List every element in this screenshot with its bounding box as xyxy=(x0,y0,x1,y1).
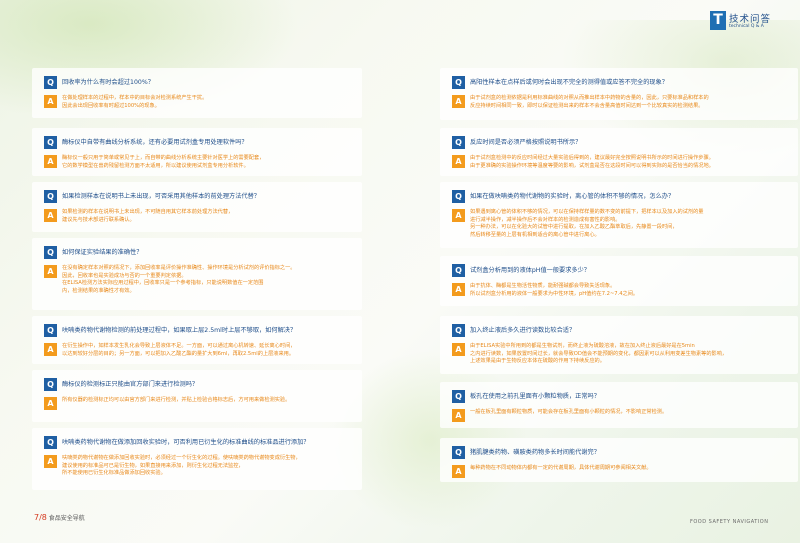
answer-line: 在没有确定样本对照的情况下，添加回收率是评价操作准确性、操作环境是分析试剂的评价… xyxy=(62,265,296,271)
question-text: 呋喃类药物代谢物检测的前处理过程中，如果取上层2.5ml时上层不够取，如何解决？ xyxy=(62,327,297,334)
answer-line: 另一种办法，可以在化验大的试管中进行提取，在加入乙酸乙酯萃取后，先静置一段时间， xyxy=(470,224,678,231)
answer-line: 由于抗体、酶都是生物活性物质，能耐强碱都会导致失活现象。 xyxy=(470,283,616,289)
answer-line: 由于试剂盒检测中的反应时间经过大量实验后得到的，建议最好完全按照说明书所示的时间… xyxy=(470,155,714,161)
answer-line: 所以试剂盒分析用的液体一般要求为中性环境，pH值约在7.2~7.4之间。 xyxy=(470,290,639,297)
question-icon: Q xyxy=(452,446,465,459)
answer-line: 所有仪器的检测标正均可以由官方部门来进行检测，并贴上检验合格标志后，方可用来做检… xyxy=(62,397,291,403)
qa-card xyxy=(440,256,798,306)
answer-line: 建议先与技术部进行联系确认。 xyxy=(62,216,135,223)
answer-icon: A xyxy=(452,465,465,478)
qa-card xyxy=(440,68,798,120)
section-title: 技术问答 xyxy=(729,14,772,25)
answer-line: 由于更准确的实验操作环境等温度等要的影响，试剂盒是否在这段时间可以得到实际的是否… xyxy=(470,162,714,169)
answer-line: 在衍生操作中，如样本发生乳化会导致上层液体不足。一方面，可以通过离心机转速、延长… xyxy=(62,343,296,349)
section-subtitle: technical Q & A xyxy=(729,24,764,29)
page-footer-right: FOOD SAFETY NAVIGATION xyxy=(690,519,769,525)
qa-card xyxy=(440,382,798,428)
question-text: 板孔在使用之前孔里面有小颗粒物质，正常吗？ xyxy=(470,393,600,400)
question-icon: Q xyxy=(44,324,57,337)
answer-line: 上述效果是由于生物反应本体在硫酸的作用下持续反应的。 xyxy=(470,358,605,365)
question-text: 如何保证实验结果的准确性？ xyxy=(62,249,143,256)
question-icon: Q xyxy=(452,76,465,89)
page-number: 7/8 xyxy=(34,513,47,522)
question-text: 回收率为什么有时会超过100%？ xyxy=(62,79,154,86)
question-text: 加入终止液后多久进行读数比较合适？ xyxy=(470,327,576,334)
qa-card xyxy=(440,438,798,482)
footer-publication-name: 食品安全导航 xyxy=(48,515,85,522)
qa-card xyxy=(32,182,362,232)
question-text: 如果在做呋喃类药物代谢物的实验时，离心管的体积不够的情况，怎么办？ xyxy=(470,193,675,200)
answer-line: 由于ELISA实验中所用到的都是生物试剂，而终止液为硫酸溶液，故在加入终止液后最… xyxy=(470,343,695,349)
answer-line: 如果遇到离心管的体积不够的情况，可以在保持样样量的数不变的前提下，把样本以及加入… xyxy=(470,209,704,215)
question-icon: Q xyxy=(452,324,465,337)
answer-line: 内，检测结果的准确性才有效。 xyxy=(62,287,135,294)
answer-icon: A xyxy=(44,209,57,222)
question-text: 酶标仪的检测标正只能由官方部门来进行检测吗？ xyxy=(62,381,199,388)
answer-icon: A xyxy=(452,209,465,222)
tech-qa-logo-icon: T xyxy=(710,11,726,30)
question-text: 酶标仪中自带有曲线分析系统，还有必要用试剂盒专用处理软件吗？ xyxy=(62,139,248,146)
answer-icon: A xyxy=(44,397,57,410)
answer-icon: A xyxy=(452,409,465,422)
question-text: 如果检测样本在说明书上未出现，可否采用其他样本的前处理方法代替？ xyxy=(62,193,260,200)
answer-line: 因此会出现回收率有时超过100%的现象。 xyxy=(62,102,160,109)
answer-line: 所不能使用已衍生化标准品做添加回收实验。 xyxy=(62,470,166,477)
question-text: 试剂盒分析用到的液体pH值一般要求多少？ xyxy=(470,267,590,274)
question-text: 呋喃类药物代谢物在做添加回收实验时，可否利用已衍生化的标准曲线的标准品进行添加？ xyxy=(62,439,310,446)
answer-icon: A xyxy=(452,283,465,296)
question-icon: Q xyxy=(44,246,57,259)
question-icon: Q xyxy=(44,136,57,149)
answer-line: 反应持续时间相同一致，即时以保证检测出来的样本不会含量高值时间达到一个比较真实的… xyxy=(470,102,704,109)
question-icon: Q xyxy=(44,436,57,449)
question-icon: Q xyxy=(452,136,465,149)
question-icon: Q xyxy=(44,190,57,203)
answer-line: 在做处理样本的过程中，样本中的目标会对检测系统产生干扰。 xyxy=(62,95,208,101)
answer-line: 由于试剂盒的检测依据是利用标准曲线的对照从而推出样本中药物的含量的，因此，只要标… xyxy=(470,95,709,101)
question-icon: Q xyxy=(44,76,57,89)
answer-line: 它的数学模型在兽药残留检测方面不太适用，所以建议使用试剂盒专用分析软件。 xyxy=(62,162,249,169)
answer-line: 以达到较好分层的目的；另一方面，可以把加入乙酸乙酯的量扩大到6ml，再取2.5m… xyxy=(62,350,295,357)
answer-icon: A xyxy=(44,265,57,278)
qa-card xyxy=(32,68,362,118)
answer-line: 如果检测的样本在说明书上未出现，不可随自用其它样本前处理方法代替， xyxy=(62,209,234,215)
answer-line: 一般在板孔里面有颗粒物质，可能会存在板孔里面有小颗粒的情况，不影响正常检测。 xyxy=(470,409,668,415)
answer-line: 每种药物在不同动物体内都有一定的代谢周期，具体代谢周期可参阅相关文献。 xyxy=(470,465,652,471)
answer-line: 在ELISA检测方法实际应用过程中，回收率只是一个参考指标，只能说明数值在一定范… xyxy=(62,280,264,287)
answer-icon: A xyxy=(452,95,465,108)
question-text: 猪肌腱类药物、磺胺类药物多长时间能代谢完？ xyxy=(470,449,600,456)
answer-icon: A xyxy=(44,343,57,356)
question-text: 高阳性样本在点样后或何时会出现不完全的测得值或应答不完全的现象？ xyxy=(470,79,668,86)
question-icon: Q xyxy=(44,378,57,391)
question-icon: Q xyxy=(452,264,465,277)
question-icon: Q xyxy=(452,390,465,403)
page-footer-left: 7/8 食品安全导航 xyxy=(34,513,85,522)
answer-line: 呋喃类药物代谢物在做添加回收实验时，必须经过一个衍生化的过程。使呋喃类药物代谢物… xyxy=(62,455,301,461)
answer-icon: A xyxy=(452,343,465,356)
answer-line: 酶标仪一般只用于简单或常见于上，而自带的曲线分析系统主要针对医学上的需要配套， xyxy=(62,155,265,161)
answer-icon: A xyxy=(44,155,57,168)
answer-icon: A xyxy=(44,455,57,468)
answer-icon: A xyxy=(44,95,57,108)
question-text: 反应时间是否必须严格按照说明书所示？ xyxy=(470,139,582,146)
answer-icon: A xyxy=(452,155,465,168)
question-icon: Q xyxy=(452,190,465,203)
qa-card xyxy=(32,370,362,422)
answer-line: 然后转移至量的上层有机相到适合的离心管中进行离心。 xyxy=(470,231,600,238)
